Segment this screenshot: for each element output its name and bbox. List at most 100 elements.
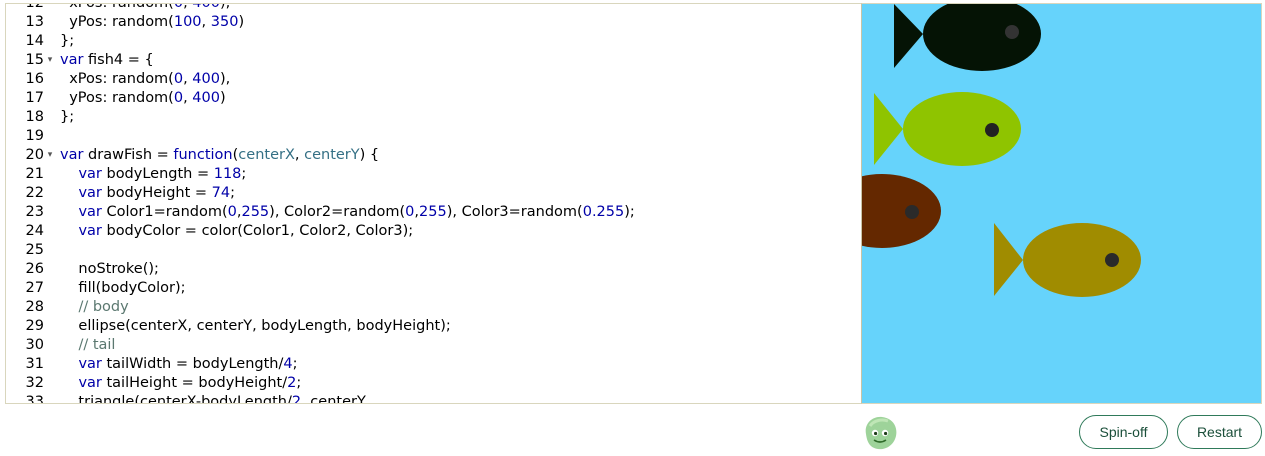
code-text: xPos: random(0, 400), — [56, 3, 230, 13]
fish-eye — [985, 123, 999, 137]
line-number: 23 — [25, 204, 44, 220]
line-number: 19 — [25, 128, 44, 144]
code-token: 0 — [173, 90, 184, 106]
fish-body — [1023, 223, 1141, 297]
code-text: }; — [56, 32, 74, 51]
code-token: ), — [219, 71, 231, 87]
code-token: bodyLength = — [101, 166, 214, 182]
code-token: 0 — [173, 3, 184, 11]
fish-eye — [1005, 25, 1019, 39]
code-line[interactable]: 21 var bodyLength = 118; — [6, 165, 861, 184]
code-token: bodyHeight = — [101, 185, 212, 201]
code-line[interactable]: 19 — [6, 127, 861, 146]
restart-button[interactable]: Restart — [1177, 415, 1262, 449]
code-text: var tailWidth = bodyLength/4; — [56, 355, 297, 374]
code-token: ) — [238, 14, 245, 30]
code-token: var — [78, 223, 102, 239]
line-number: 31 — [25, 356, 44, 372]
fish-tail — [894, 4, 923, 68]
fish — [994, 223, 1141, 297]
code-token: ), Color2=random( — [269, 204, 406, 220]
code-token: ellipse(centerX, centerY, bodyLength, bo… — [60, 318, 451, 334]
code-token: centerY — [304, 147, 360, 163]
fish-tail — [874, 93, 903, 165]
code-line[interactable]: 15 ▾ var fish4 = { — [6, 51, 861, 70]
fish-tail — [994, 223, 1023, 296]
code-line[interactable]: 16 xPos: random(0, 400), — [6, 70, 861, 89]
avatar-icon[interactable] — [860, 412, 900, 452]
code-token: drawFish = — [83, 147, 174, 163]
code-text: var bodyLength = 118; — [56, 165, 246, 184]
line-number: 18 — [25, 109, 44, 125]
code-token: 400 — [192, 90, 220, 106]
code-token: ; — [230, 185, 235, 201]
code-token: 4 — [283, 356, 293, 372]
code-line[interactable]: 17 yPos: random(0, 400) — [6, 89, 861, 108]
code-line[interactable]: 12 xPos: random(0, 400), — [6, 3, 861, 13]
code-token: , — [183, 3, 193, 11]
code-line[interactable]: 24 var bodyColor = color(Color1, Color2,… — [6, 222, 861, 241]
code-token: var — [78, 185, 102, 201]
code-token: ; — [241, 166, 247, 182]
code-editor[interactable]: 12 xPos: random(0, 400), 13 yPos: random(… — [5, 3, 861, 404]
code-token: 255 — [419, 204, 447, 220]
code-text: // body — [56, 298, 129, 317]
output-canvas[interactable] — [861, 3, 1262, 404]
code-text: // tail — [56, 336, 115, 355]
code-token: 100 — [173, 14, 202, 30]
code-token: bodyColor = color(Color1, Color2, Color3… — [101, 223, 414, 239]
fish-body — [903, 92, 1021, 166]
code-lines[interactable]: 12 xPos: random(0, 400), 13 yPos: random(… — [6, 3, 861, 404]
code-text: triangle(centerX-bodyLength/2, centerY, — [56, 393, 371, 404]
code-token: fish4 = { — [83, 52, 154, 68]
code-token: , — [183, 71, 193, 87]
avatar-leaf-character — [865, 416, 897, 450]
fish-body — [862, 174, 941, 248]
code-line[interactable]: 31 var tailWidth = bodyLength/4; — [6, 355, 861, 374]
code-line[interactable]: 20 ▾ var drawFish = function(centerX, cent… — [6, 146, 861, 165]
code-token: 400 — [192, 3, 220, 11]
fold-arrow-icon[interactable]: ▾ — [44, 146, 56, 165]
code-line[interactable]: 28 // body — [6, 298, 861, 317]
code-token: , — [183, 90, 193, 106]
code-token: }; — [60, 33, 75, 49]
line-number: 28 — [25, 299, 44, 315]
code-line[interactable]: 29 ellipse(centerX, centerY, bodyLength,… — [6, 317, 861, 336]
line-number: 29 — [25, 318, 44, 334]
line-number: 27 — [25, 280, 44, 296]
code-line[interactable]: 13 yPos: random(100, 350) — [6, 13, 861, 32]
code-token: , centerY, — [301, 394, 371, 404]
canvas-drawing — [862, 4, 1141, 297]
line-number: 16 — [25, 71, 44, 87]
line-number: 15 — [25, 52, 44, 68]
code-token: 2 — [287, 375, 297, 391]
code-line[interactable]: 18}; — [6, 108, 861, 127]
spin-off-button[interactable]: Spin-off — [1079, 415, 1168, 449]
fish-eye — [1105, 253, 1119, 267]
code-line[interactable]: 32 var tailHeight = bodyHeight/2; — [6, 374, 861, 393]
code-line[interactable]: 25 — [6, 241, 861, 260]
code-line[interactable]: 27 fill(bodyColor); — [6, 279, 861, 298]
code-text: var fish4 = { — [56, 51, 154, 70]
code-token: // body — [78, 299, 129, 315]
code-line[interactable]: 23 var Color1=random(0,255), Color2=rand… — [6, 203, 861, 222]
code-line[interactable]: 26 noStroke(); — [6, 260, 861, 279]
code-line[interactable]: 14}; — [6, 32, 861, 51]
code-line[interactable]: 30 // tail — [6, 336, 861, 355]
code-line[interactable]: 33 triangle(centerX-bodyLength/2, center… — [6, 393, 861, 404]
code-line[interactable]: 22 var bodyHeight = 74; — [6, 184, 861, 203]
code-token: triangle(centerX-bodyLength/ — [60, 394, 292, 404]
line-number: 26 — [25, 261, 44, 277]
fold-arrow-icon[interactable]: ▾ — [44, 51, 56, 70]
